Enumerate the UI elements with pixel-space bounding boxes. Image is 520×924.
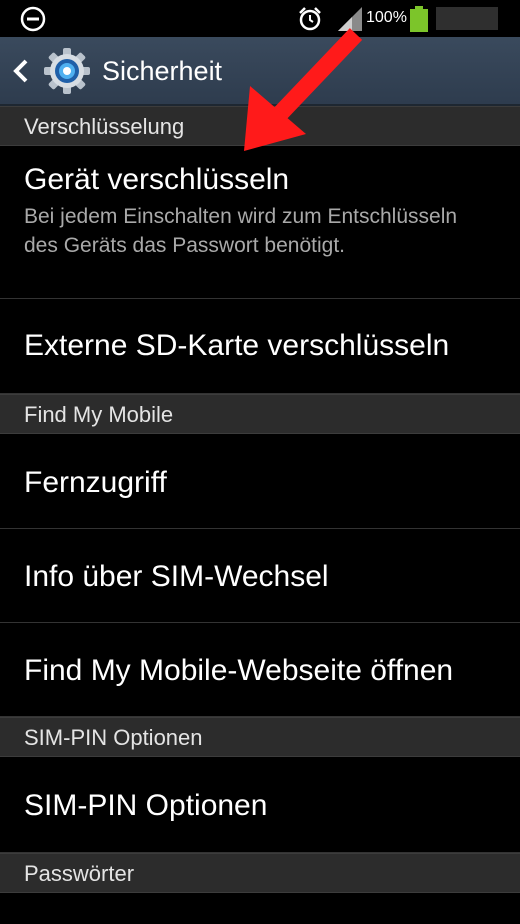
- settings-icon[interactable]: [42, 46, 92, 96]
- list-item-sim-pin-options[interactable]: SIM-PIN Optionen: [0, 757, 520, 853]
- section-header-find-my-mobile: Find My Mobile: [0, 394, 520, 434]
- back-icon[interactable]: [10, 58, 32, 84]
- redacted-clock: [436, 7, 498, 30]
- list-item-title: Externe SD-Karte verschlüsseln: [24, 329, 450, 362]
- section-header-label: Find My Mobile: [24, 402, 174, 427]
- page-title: Sicherheit: [102, 56, 223, 86]
- list-item-open-find-my-mobile-website[interactable]: Find My Mobile-Webseite öffnen: [0, 623, 520, 717]
- list-item-title: Fernzugriff: [24, 466, 167, 499]
- list-item-encrypt-sd-card[interactable]: Externe SD-Karte verschlüsseln: [0, 299, 520, 394]
- battery-icon: [410, 6, 428, 32]
- section-header-passwords: Passwörter: [0, 853, 520, 893]
- section-header-label: SIM-PIN Optionen: [24, 725, 203, 750]
- list-item-remote-control[interactable]: Fernzugriff: [0, 434, 520, 529]
- section-header-label: Passwörter: [24, 861, 135, 886]
- annotation-arrow-icon: [244, 28, 363, 151]
- battery-percent: 100%: [366, 9, 407, 26]
- do-not-disturb-icon: [20, 6, 46, 32]
- list-item-title: Gerät verschlüsseln: [24, 163, 290, 196]
- list-item-title: Find My Mobile-Webseite öffnen: [24, 654, 454, 687]
- list-item-title: SIM-PIN Optionen: [24, 789, 268, 822]
- list-item-title: Info über SIM-Wechsel: [24, 560, 329, 593]
- section-header-sim-pin: SIM-PIN Optionen: [0, 717, 520, 757]
- section-header-label: Verschlüsselung: [24, 114, 185, 139]
- list-item-sim-change-alert[interactable]: Info über SIM-Wechsel: [0, 529, 520, 623]
- list-item-encrypt-device[interactable]: Gerät verschlüsseln Bei jedem Einschalte…: [0, 146, 520, 299]
- list-item-summary: Bei jedem Einschalten wird zum Entschlüs…: [24, 205, 458, 257]
